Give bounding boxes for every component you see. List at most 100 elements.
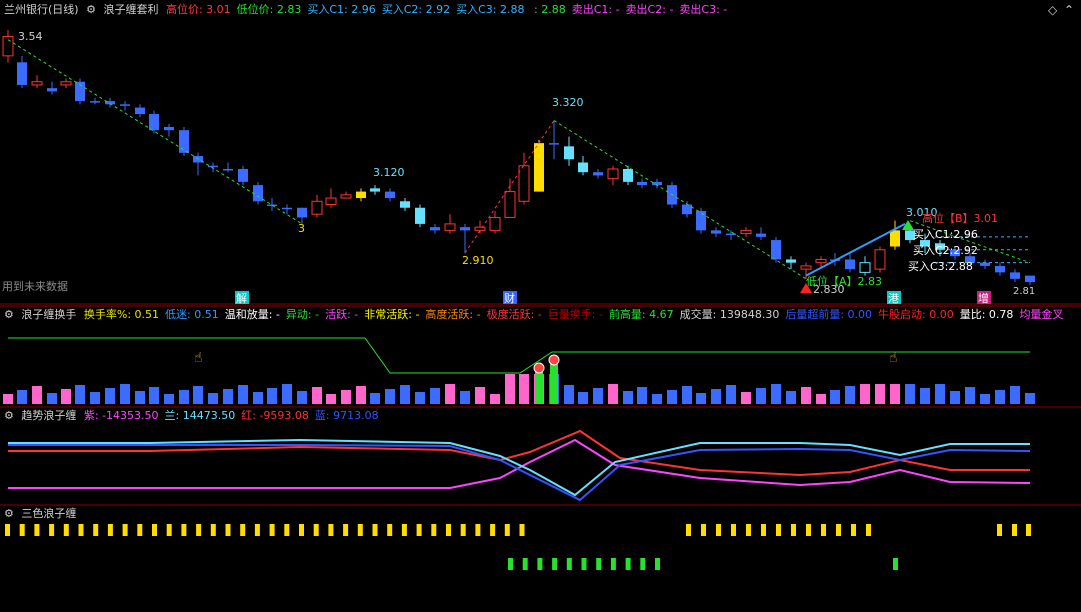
candle-body [430,227,440,231]
volume-bar [193,386,203,404]
ball-icon [548,354,560,366]
candle-body [400,201,410,208]
volume-bar [935,384,945,404]
volume-bar [608,384,618,404]
candle-body [771,240,781,260]
volume-threshold-line [8,337,1030,374]
price-label: 3 [298,222,305,235]
panel3-header: ⚙ 趋势浪子缠 紫: -14353.50 兰: 14473.50 红: -9593.… [4,407,1081,425]
volume-bar [415,392,425,404]
yellow-dot [122,524,128,536]
yellow-dot [431,524,437,536]
panel2-item: 后量超前量: 0.00 [785,308,873,321]
yellow-dot [1012,524,1017,536]
yellow-dot [387,524,393,536]
yellow-dot [716,524,721,536]
marker-text: 解 [236,291,247,305]
volume-bar [519,374,529,404]
volume-bar [682,386,692,404]
volume-bar [860,384,870,404]
panel4-title[interactable]: 三色浪子缠 [21,507,76,520]
volume-bar [830,390,840,404]
candle-body [385,191,395,199]
panel2-gear-icon[interactable]: ⚙ [4,308,14,321]
candle-body [474,226,486,231]
volume-bar [505,374,515,404]
yellow-dot [210,524,216,536]
yellow-dot [152,524,157,536]
yellow-dot [836,524,841,536]
volume-bar [149,387,159,404]
price-label: 2.81 [1013,286,1035,297]
panel3-title[interactable]: 趋势浪子缠 [21,409,76,422]
candle-body [31,81,43,86]
volume-bar [135,391,145,404]
candle-body [415,207,425,224]
yellow-dot [93,524,99,536]
candle-body [756,233,766,237]
ball-icon [533,362,545,374]
green-dot [625,558,631,570]
future-data-label: 用到未来数据 [2,280,68,293]
price-label: 3.54 [18,30,43,43]
volume-bar [950,391,960,404]
volume-bar [593,388,603,404]
yellow-dot [866,524,871,536]
panel3-gear-icon[interactable]: ⚙ [4,409,14,422]
volume-bar [445,384,455,404]
volume-spike [550,364,558,404]
candle-body [17,62,27,85]
yellow-dot [313,524,319,536]
candle-body [890,230,900,247]
candle-body [682,204,692,215]
volume-bar [652,394,662,404]
volume-bar [17,390,27,404]
candle-body [325,197,337,206]
panel2-title[interactable]: 浪子缠换手 [21,308,76,321]
yellow-dot [731,524,736,536]
volume-bar [564,385,574,404]
volume-bar [61,389,71,404]
blue-curve [8,444,1031,502]
volume-bar [400,385,410,404]
trend-line [553,120,807,280]
buy-tag: 买入C2:2.92 [913,244,978,257]
candle-body [489,216,501,231]
panel2-item: 极度活跃: - [486,308,542,321]
volume-bar [90,392,100,404]
volume-bar [756,388,766,404]
candle-body [740,229,752,235]
volume-bar [816,394,826,404]
volume-bar [771,384,781,404]
panel2-item: 量比: 0.78 [959,308,1014,321]
yellow-dot [401,524,407,536]
yellow-dot [821,524,826,536]
volume-bar [578,392,588,404]
candle-body [726,233,736,236]
green-dot [581,558,587,570]
marker-text: 财 [504,291,515,305]
volume-bar [920,388,930,404]
candle-body [995,265,1005,273]
yellow-dot [504,524,510,536]
candle-body [637,181,647,186]
candle-body [267,204,277,207]
candle-body [282,207,292,210]
candle-body [47,88,57,92]
yellow-dot [78,524,84,536]
candle-body [179,130,189,153]
volume-bar [980,394,990,404]
candle-body [90,101,100,103]
volume-bar [223,389,233,404]
candle-body [815,258,827,264]
yellow-dot [701,524,706,536]
candle-body [253,185,263,202]
yellow-dot [181,524,187,536]
yellow-dot [791,524,796,536]
volume-bar [741,392,751,404]
volume-bar [875,384,885,404]
panel4-gear-icon[interactable]: ⚙ [4,507,14,520]
candle-body [874,249,886,270]
yellow-dot [269,524,275,536]
yellow-dot [490,524,496,536]
